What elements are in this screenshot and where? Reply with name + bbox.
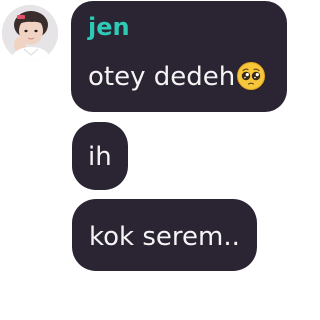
message-bubble[interactable]: kok serem..	[72, 199, 257, 271]
message-text: ih	[88, 142, 112, 172]
message-bubble[interactable]: ih	[72, 122, 128, 190]
avatar[interactable]	[2, 5, 58, 61]
message-text: kok serem..	[89, 222, 240, 252]
message-bubble[interactable]: jen otey dedeh	[71, 1, 287, 112]
pleading-face-icon	[237, 62, 266, 90]
message-text: otey dedeh	[88, 61, 266, 91]
avatar-photo	[2, 5, 58, 61]
chat-screen: jen otey dedeh ih kok serem..	[0, 0, 287, 320]
sender-name[interactable]: jen	[88, 15, 130, 39]
